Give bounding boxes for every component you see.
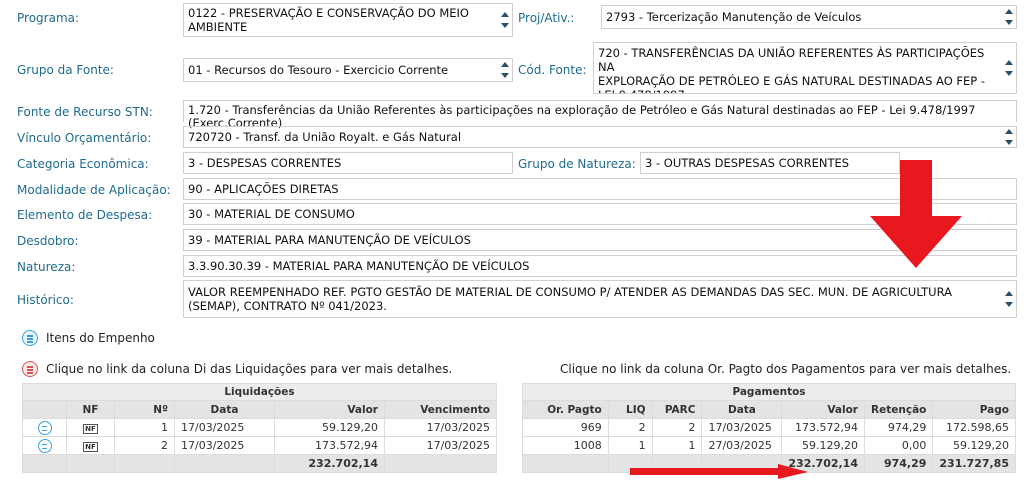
cell-parc: 2 <box>651 418 703 437</box>
cell-liq: 1 <box>607 436 653 455</box>
cell-data: 17/03/2025 <box>174 418 275 437</box>
liquidacoes-caption: Liquidações <box>22 383 497 401</box>
grupo-natureza-label: Grupo de Natureza: <box>518 157 636 171</box>
cod-fonte-value: 720 - TRANSFERÊNCIAS DA UNIÃO REFERENTES… <box>598 46 986 93</box>
cell-n: 2 <box>114 436 175 455</box>
cell-pago: 172.598,65 <box>932 418 1016 437</box>
pagamentos-caption: Pagamentos <box>522 383 1016 401</box>
historico-value: VALOR REEMPENHADO REF. PGTO GESTÃO DE MA… <box>188 285 952 313</box>
itens-list-icon[interactable] <box>22 330 38 346</box>
col-or-pagto: Or. Pagto <box>522 400 609 419</box>
historico-textarea[interactable]: VALOR REEMPENHADO REF. PGTO GESTÃO DE MA… <box>183 280 1017 318</box>
cell-liq: 2 <box>607 418 653 437</box>
categoria-field: 3 - DESPESAS CORRENTES <box>183 152 513 174</box>
grupo-fonte-value: 01 - Recursos do Tesouro - Exercicio Cor… <box>188 63 449 77</box>
col-action <box>22 400 67 419</box>
vinculo-label: Vínculo Orçamentário: <box>17 131 152 145</box>
cell-valor: 59.129,20 <box>274 418 385 437</box>
pagamentos-hint: Clique no link da coluna Or. Pagto dos P… <box>560 362 1012 376</box>
table-row: 1008 1 1 27/03/2025 59.129,20 0,00 59.12… <box>522 436 1016 455</box>
desdobro-label: Desdobro: <box>17 234 79 248</box>
liquidacoes-list-icon <box>22 361 38 377</box>
total-valor: 232.702,14 <box>274 454 385 473</box>
fonte-stn-label: Fonte de Recurso STN: <box>17 105 153 119</box>
spinner-arrows-icon[interactable] <box>501 62 509 78</box>
red-down-arrow-icon <box>870 160 962 268</box>
cell-n: 1 <box>114 418 175 437</box>
programa-select[interactable]: 0122 - PRESERVAÇÃO E CONSERVAÇÃO DO MEIO… <box>183 3 513 37</box>
categoria-label: Categoria Econômica: <box>17 157 149 171</box>
spinner-arrows-icon[interactable] <box>1005 9 1013 25</box>
col-retencao: Retenção <box>863 400 934 419</box>
cell-or-pagto-link[interactable]: 969 <box>522 418 609 437</box>
elemento-label: Elemento de Despesa: <box>17 208 153 222</box>
total-row: 232.702,14 <box>22 454 497 473</box>
cell-or-pagto-link[interactable]: 1008 <box>522 436 609 455</box>
cod-fonte-label: Cód. Fonte: <box>518 63 587 77</box>
pagamentos-table: Pagamentos Or. Pagto LIQ PARC Data Valor… <box>522 383 1016 473</box>
liquidacoes-hint: Clique no link da coluna Di das Liquidaç… <box>46 362 453 376</box>
col-vencimento: Vencimento <box>384 400 497 419</box>
red-right-arrow-icon <box>630 464 808 479</box>
fonte-stn-field: 1.720 - Transferências da União Referent… <box>183 100 1017 130</box>
liquidacoes-table: Liquidações NF Nº Data Valor Vencimento … <box>22 383 497 473</box>
modalidade-label: Modalidade de Aplicação: <box>17 183 171 197</box>
cell-data: 17/03/2025 <box>174 436 275 455</box>
itens-empenho-link[interactable]: Itens do Empenho <box>46 331 155 345</box>
col-data: Data <box>174 400 275 419</box>
table-row: NF 1 17/03/2025 59.129,20 17/03/2025 <box>22 418 497 437</box>
proj-select[interactable]: 2793 - Tercerização Manutenção de Veícul… <box>601 5 1017 29</box>
table-row: 969 2 2 17/03/2025 173.572,94 974,29 172… <box>522 418 1016 437</box>
grupo-fonte-label: Grupo da Fonte: <box>17 63 114 77</box>
proj-value: 2793 - Tercerização Manutenção de Veícul… <box>606 10 862 24</box>
natureza-label: Natureza: <box>17 260 76 274</box>
col-parc: PARC <box>651 400 703 419</box>
categoria-value: 3 - DESPESAS CORRENTES <box>188 156 342 170</box>
programa-value: 0122 - PRESERVAÇÃO E CONSERVAÇÃO DO MEIO… <box>188 6 469 34</box>
vinculo-select[interactable]: 720720 - Transf. da União Royalt. e Gás … <box>183 126 1017 148</box>
col-pago: Pago <box>932 400 1016 419</box>
cell-pago: 59.129,20 <box>932 436 1016 455</box>
cell-vencimento: 17/03/2025 <box>384 418 497 437</box>
cod-fonte-select[interactable]: 720 - TRANSFERÊNCIAS DA UNIÃO REFERENTES… <box>593 42 1017 94</box>
details-icon[interactable] <box>37 420 52 435</box>
cell-vencimento: 17/03/2025 <box>384 436 497 455</box>
spinner-arrows-icon[interactable] <box>1005 129 1013 145</box>
grupo-natureza-value: 3 - OUTRAS DESPESAS CORRENTES <box>645 156 850 170</box>
col-valor: Valor <box>274 400 385 419</box>
cell-valor: 173.572,94 <box>274 436 385 455</box>
cell-data: 27/03/2025 <box>701 436 783 455</box>
col-valor: Valor <box>781 400 865 419</box>
proj-label: Proj/Ativ.: <box>518 11 575 25</box>
grupo-fonte-select[interactable]: 01 - Recursos do Tesouro - Exercicio Cor… <box>183 58 513 82</box>
vinculo-value: 720720 - Transf. da União Royalt. e Gás … <box>188 130 462 144</box>
cell-retencao: 0,00 <box>863 436 934 455</box>
cell-parc: 1 <box>651 436 703 455</box>
details-icon[interactable] <box>37 438 52 453</box>
table-row: NF 2 17/03/2025 173.572,94 17/03/2025 <box>22 436 497 455</box>
grupo-natureza-field: 3 - OUTRAS DESPESAS CORRENTES <box>640 152 900 174</box>
spinner-arrows-icon[interactable] <box>1005 291 1013 307</box>
total-retencao: 974,29 <box>863 454 934 473</box>
col-liq: LIQ <box>607 400 653 419</box>
spinner-arrows-icon[interactable] <box>1005 60 1013 76</box>
nf-document-icon[interactable]: NF <box>83 442 98 452</box>
col-n: Nº <box>114 400 175 419</box>
programa-label: Programa: <box>17 11 80 25</box>
historico-label: Histórico: <box>17 293 74 307</box>
cell-data: 17/03/2025 <box>701 418 783 437</box>
cell-valor: 59.129,20 <box>781 436 865 455</box>
nf-document-icon[interactable]: NF <box>83 424 98 434</box>
col-nf: NF <box>66 400 115 419</box>
col-data: Data <box>701 400 783 419</box>
total-pago: 231.727,85 <box>932 454 1016 473</box>
cell-retencao: 974,29 <box>863 418 934 437</box>
cell-valor: 173.572,94 <box>781 418 865 437</box>
spinner-arrows-icon[interactable] <box>501 12 509 28</box>
